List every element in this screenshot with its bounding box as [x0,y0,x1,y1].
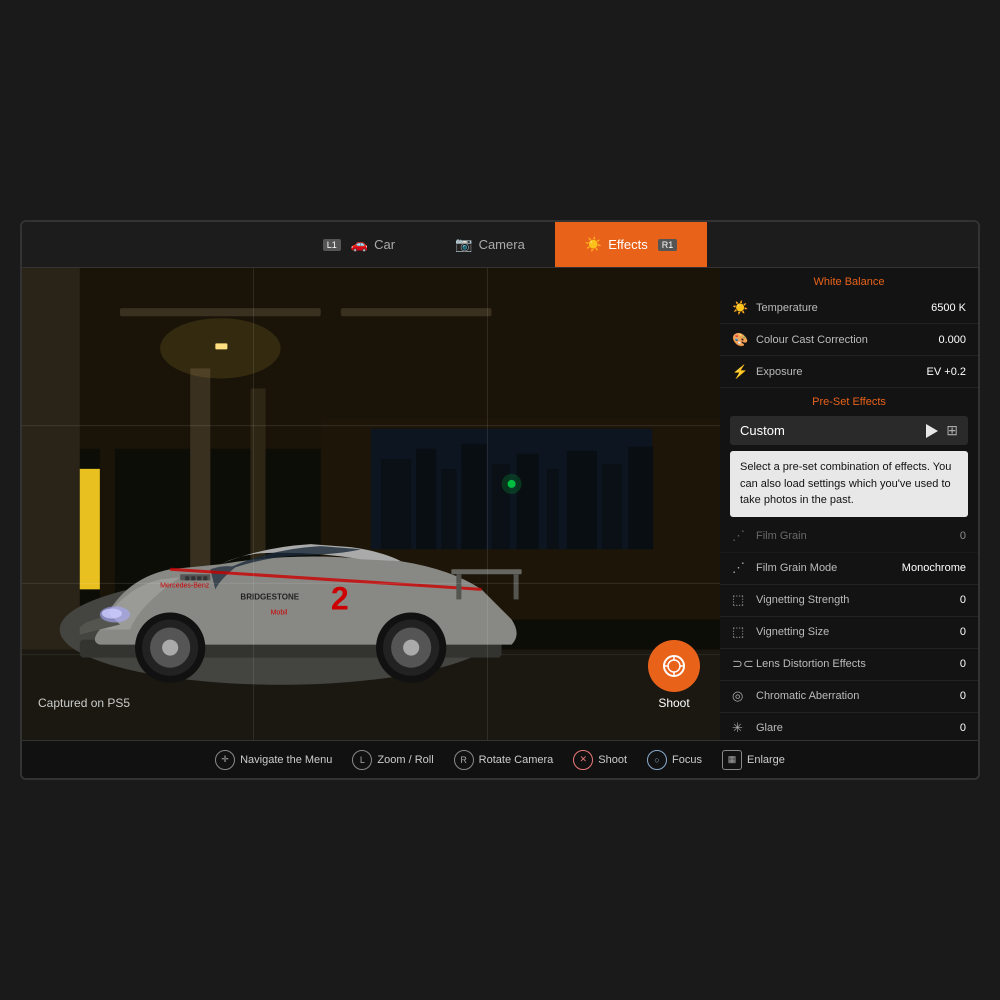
focus-control: ○ Focus [647,750,702,770]
vignetting-strength-label: Vignetting Strength [750,594,960,606]
bottom-control-bar: ✛ Navigate the Menu L Zoom / Roll R Rota… [22,740,978,778]
photo-area: 2 [22,268,720,740]
film-grain-mode-icon: ⋰ [732,560,750,576]
lens-distortion-row[interactable]: ⊃⊂ Lens Distortion Effects 0 [720,649,978,681]
car-tab-label: Car [374,237,395,252]
lens-distortion-icon: ⊃⊂ [732,656,750,672]
vignetting-strength-icon: ⬚ [732,592,750,608]
exposure-row[interactable]: ⚡ Exposure EV +0.2 [720,356,978,388]
temperature-row[interactable]: ☀️ Temperature 6500 K [720,292,978,324]
preset-grid-icon: ⊞ [946,422,958,439]
vignetting-size-value: 0 [960,626,966,638]
vignetting-size-label: Vignetting Size [750,626,960,638]
tab-car[interactable]: L1 🚗 Car [293,222,425,267]
rotate-stick-icon: R [454,750,474,770]
preset-effects-header: Pre-Set Effects [720,388,978,412]
camera-tab-label: Camera [479,237,525,252]
preset-dropdown[interactable]: Custom ⊞ [730,416,968,445]
navigate-dpad-icon: ✛ [215,750,235,770]
chromatic-aberration-row[interactable]: ◎ Chromatic Aberration 0 [720,681,978,713]
r1-badge: R1 [658,239,678,251]
vignetting-strength-value: 0 [960,594,966,606]
rotate-camera-control: R Rotate Camera [454,750,554,770]
lens-distortion-label: Lens Distortion Effects [750,658,960,670]
vignetting-size-row[interactable]: ⬚ Vignetting Size 0 [720,617,978,649]
effects-tab-label: Effects [608,237,648,252]
colour-cast-row[interactable]: 🎨 Colour Cast Correction 0.000 [720,324,978,356]
svg-text:2: 2 [331,580,349,616]
effects-tab-icon: ☀️ [585,236,602,253]
svg-text:Mobil: Mobil [271,609,288,616]
colour-cast-label: Colour Cast Correction [750,334,938,346]
vignetting-strength-row[interactable]: ⬚ Vignetting Strength 0 [720,585,978,617]
chromatic-aberration-label: Chromatic Aberration [750,690,960,702]
zoom-roll-control: L Zoom / Roll [352,750,433,770]
chromatic-aberration-value: 0 [960,690,966,702]
exposure-value: EV +0.2 [927,366,966,378]
film-grain-mode-row[interactable]: ⋰ Film Grain Mode Monochrome [720,553,978,585]
svg-text:BRIDGESTONE: BRIDGESTONE [240,592,299,601]
l1-badge: L1 [323,239,341,251]
lens-distortion-value: 0 [960,658,966,670]
focus-circle-icon: ○ [647,750,667,770]
cursor-arrow [926,424,938,438]
main-content: 2 [22,268,978,740]
glare-icon: ✳ [732,720,750,736]
tab-camera[interactable]: 📷 Camera [425,222,555,267]
film-grain-mode-label: Film Grain Mode [750,562,902,574]
vignetting-size-icon: ⬚ [732,624,750,640]
right-panel: White Balance ☀️ Temperature 6500 K 🎨 Co… [720,268,978,740]
shoot-label: Shoot [658,696,689,710]
tab-effects[interactable]: ☀️ Effects R1 [555,222,707,267]
shoot-control: ✕ Shoot [573,750,627,770]
car-scene-svg: 2 [22,268,720,740]
shoot-control-label: Shoot [598,754,627,766]
preset-tooltip: Select a pre-set combination of effects.… [730,451,968,517]
rotate-camera-label: Rotate Camera [479,754,554,766]
colour-cast-value: 0.000 [938,334,966,346]
captured-text: Captured on PS5 [38,696,130,710]
glare-row[interactable]: ✳ Glare 0 [720,713,978,741]
enlarge-label: Enlarge [747,754,785,766]
temperature-label: Temperature [750,302,931,314]
enlarge-square-icon: ▦ [722,750,742,770]
shoot-button[interactable]: Shoot [648,640,700,710]
glare-label: Glare [750,722,960,734]
car-tab-icon: 🚗 [351,236,368,253]
shoot-circle-icon [648,640,700,692]
temperature-icon: ☀️ [732,300,750,316]
chromatic-aberration-icon: ◎ [732,688,750,704]
exposure-icon: ⚡ [732,364,750,380]
enlarge-control: ▦ Enlarge [722,750,785,770]
camera-tab-icon: 📷 [455,236,472,253]
focus-label: Focus [672,754,702,766]
glare-value: 0 [960,722,966,734]
film-grain-value: 0 [960,530,966,542]
zoom-stick-icon: L [352,750,372,770]
film-grain-mode-value: Monochrome [902,562,966,574]
shoot-cross-icon: ✕ [573,750,593,770]
navigate-menu-label: Navigate the Menu [240,754,332,766]
film-grain-row[interactable]: ⋰ Film Grain 0 [720,521,978,553]
temperature-value: 6500 K [931,302,966,314]
exposure-label: Exposure [750,366,927,378]
film-grain-icon: ⋰ [732,528,750,544]
camera-shutter-icon [661,653,687,679]
preset-value: Custom [740,423,946,438]
white-balance-header: White Balance [720,268,978,292]
zoom-roll-label: Zoom / Roll [377,754,433,766]
navigate-menu-control: ✛ Navigate the Menu [215,750,332,770]
top-navigation: L1 🚗 Car 📷 Camera ☀️ Effects R1 [22,222,978,268]
film-grain-label: Film Grain [750,530,960,542]
colour-cast-icon: 🎨 [732,332,750,348]
